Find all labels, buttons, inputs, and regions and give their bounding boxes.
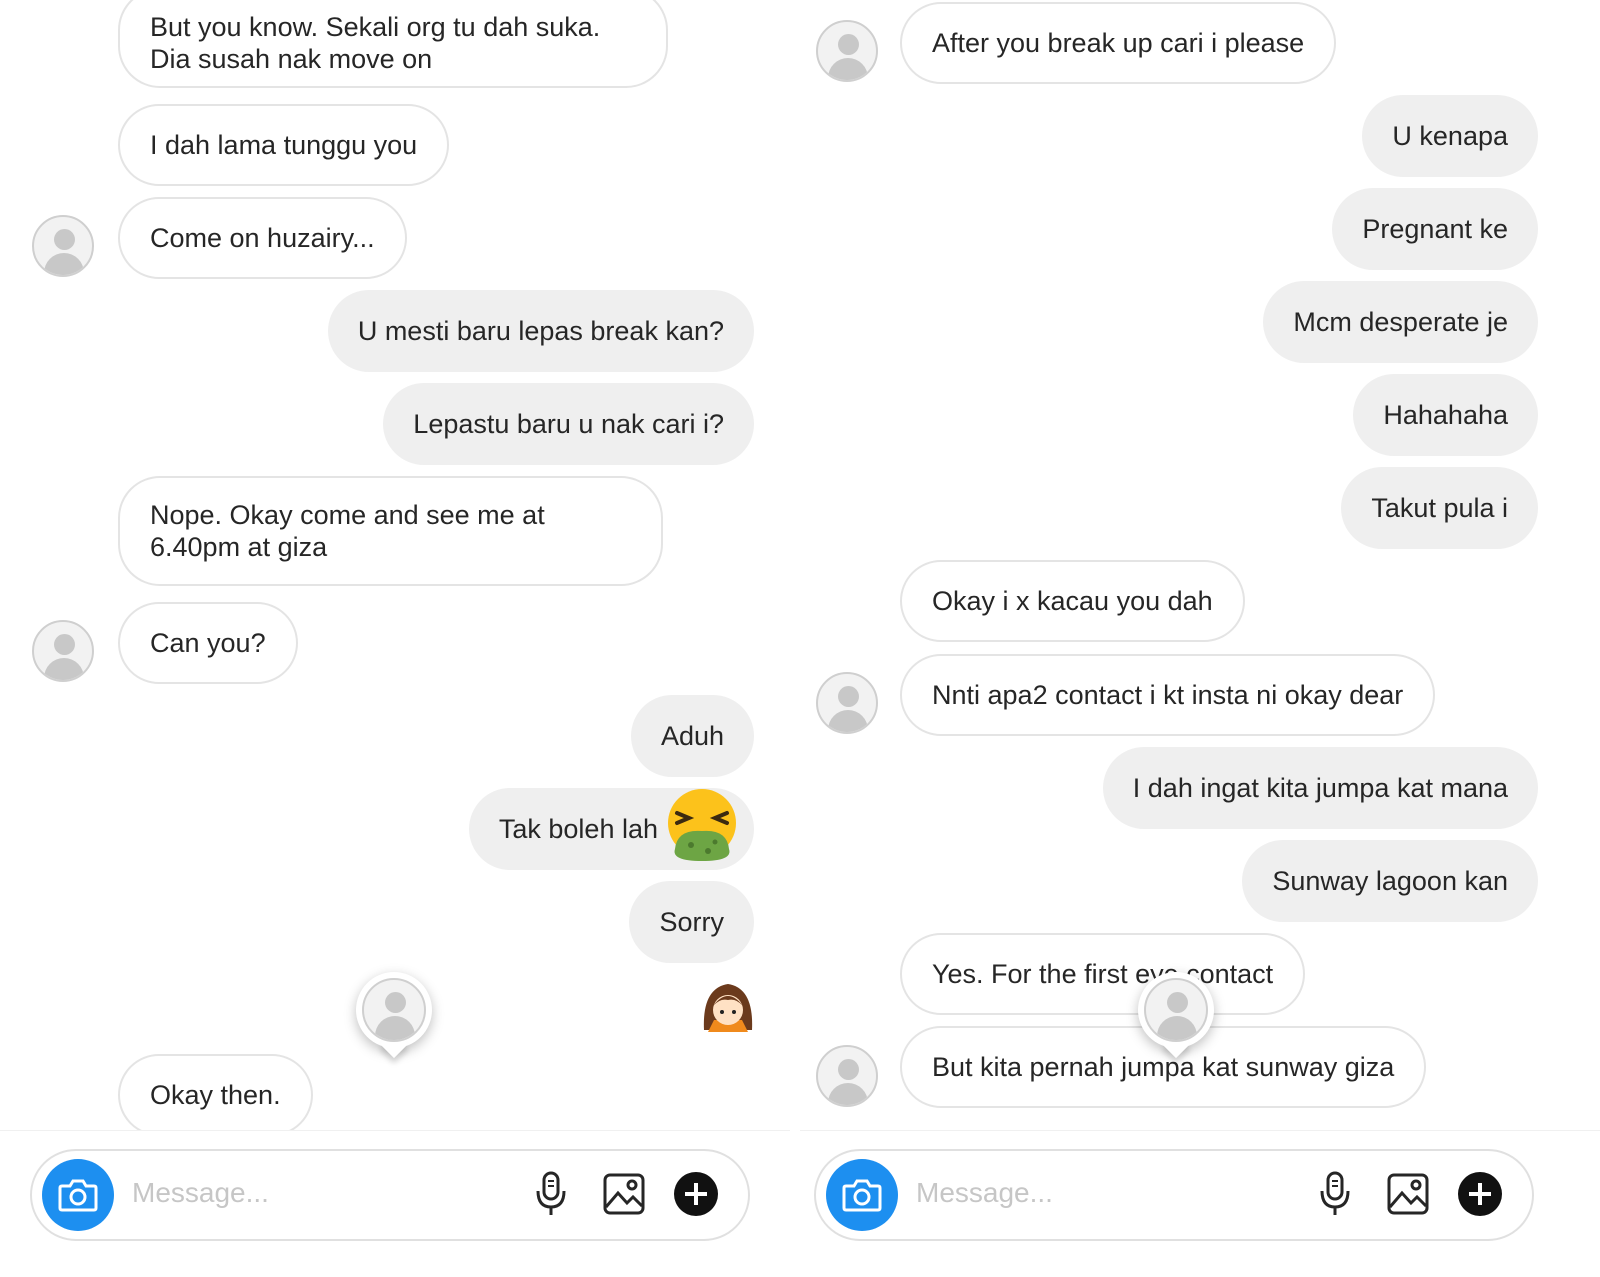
camera-button[interactable] [826, 1159, 898, 1231]
message-bubble-incoming[interactable]: I dah lama tunggu you [118, 104, 450, 186]
message-text: I dah lama tunggu you [150, 130, 418, 160]
message-bubble-incoming[interactable]: Nope. Okay come and see me at 6.40pm at … [118, 476, 663, 586]
girl-sticker [703, 984, 753, 1032]
message-bubble-outgoing[interactable]: U kenapa [1362, 95, 1538, 177]
seen-avatar-marker [1138, 972, 1214, 1059]
image-icon [1387, 1173, 1429, 1215]
message-bubble-incoming[interactable]: But you know. Sekali org tu dah suka. Di… [118, 0, 668, 88]
message-text: After you break up cari i please [932, 28, 1305, 58]
message-text: Yes. For the first eye contact [932, 959, 1274, 989]
microphone-button[interactable] [1311, 1170, 1359, 1218]
gallery-button[interactable] [1384, 1170, 1432, 1218]
nauseated-face-emoji [668, 789, 736, 861]
plus-icon [1458, 1172, 1502, 1216]
avatar[interactable] [32, 620, 94, 682]
composer-bar: Message... [800, 1130, 1600, 1277]
message-input[interactable]: Message... [916, 1177, 1053, 1209]
message-bubble-incoming[interactable]: Yes. For the first eye contact [900, 933, 1306, 1015]
message-bubble-incoming[interactable]: Can you? [118, 602, 298, 684]
camera-icon [58, 1179, 98, 1212]
message-bubble-outgoing[interactable]: I dah ingat kita jumpa kat mana [1102, 747, 1538, 829]
message-text: Okay then. [150, 1080, 281, 1110]
message-bubble-incoming[interactable]: Okay then. [118, 1054, 313, 1136]
message-text: Takut pula i [1371, 493, 1508, 523]
message-composer: Message... [30, 1149, 750, 1241]
message-bubble-outgoing[interactable]: Lepastu baru u nak cari i? [383, 383, 754, 465]
message-bubble-outgoing[interactable]: U mesti baru lepas break kan? [327, 290, 754, 372]
message-text: Hahahaha [1383, 400, 1508, 430]
message-bubble-incoming[interactable]: After you break up cari i please [900, 2, 1337, 84]
panel-divider [790, 0, 800, 1277]
message-bubble-outgoing[interactable]: Hahahaha [1353, 374, 1538, 456]
message-text: Come on huzairy... [150, 223, 375, 253]
chat-panel-right: After you break up cari i please U kenap… [800, 0, 1600, 1277]
camera-button[interactable] [42, 1159, 114, 1231]
seen-avatar-marker [356, 972, 432, 1059]
message-text: Okay i x kacau you dah [932, 586, 1213, 616]
microphone-icon [536, 1171, 566, 1215]
message-text: Nnti apa2 contact i kt insta ni okay dea… [932, 680, 1404, 710]
message-bubble-incoming[interactable]: Nnti apa2 contact i kt insta ni okay dea… [900, 654, 1436, 736]
message-text: U mesti baru lepas break kan? [357, 316, 724, 346]
message-text: Pregnant ke [1362, 214, 1508, 244]
message-text: But you know. Sekali org tu dah suka. Di… [150, 12, 601, 74]
chat-panel-left: But you know. Sekali org tu dah suka. Di… [0, 0, 790, 1277]
image-icon [603, 1173, 645, 1215]
message-text: Nope. Okay come and see me at 6.40pm at … [150, 500, 545, 562]
more-button[interactable] [672, 1170, 720, 1218]
avatar[interactable] [816, 672, 878, 734]
message-text: Lepastu baru u nak cari i? [413, 409, 724, 439]
message-text: Mcm desperate je [1293, 307, 1508, 337]
avatar[interactable] [816, 1045, 878, 1107]
message-bubble-outgoing[interactable]: Mcm desperate je [1263, 281, 1538, 363]
message-text: But kita pernah jumpa kat sunway giza [932, 1052, 1395, 1082]
message-text: Sunway lagoon kan [1272, 866, 1508, 896]
microphone-button[interactable] [527, 1170, 575, 1218]
avatar[interactable] [32, 215, 94, 277]
microphone-icon [1320, 1171, 1350, 1215]
plus-icon [674, 1172, 718, 1216]
message-bubble-outgoing[interactable]: Aduh [630, 695, 754, 777]
message-bubble-incoming[interactable]: Come on huzairy... [118, 197, 407, 279]
camera-icon [842, 1179, 882, 1212]
message-bubble-outgoing[interactable]: Sunway lagoon kan [1242, 840, 1538, 922]
message-composer: Message... [814, 1149, 1534, 1241]
more-button[interactable] [1456, 1170, 1504, 1218]
message-text: Aduh [660, 721, 724, 751]
avatar[interactable] [816, 20, 878, 82]
message-bubble-outgoing[interactable]: Pregnant ke [1332, 188, 1538, 270]
message-text: I dah ingat kita jumpa kat mana [1132, 773, 1508, 803]
message-bubble-incoming[interactable]: Okay i x kacau you dah [900, 560, 1245, 642]
gallery-button[interactable] [600, 1170, 648, 1218]
message-text: Sorry [659, 907, 724, 937]
message-input[interactable]: Message... [132, 1177, 269, 1209]
composer-bar: Message... [0, 1130, 790, 1277]
message-text: U kenapa [1392, 121, 1508, 151]
message-text: Tak boleh lah [498, 814, 658, 844]
message-bubble-outgoing[interactable]: Takut pula i [1341, 467, 1538, 549]
message-bubble-outgoing[interactable]: Sorry [629, 881, 754, 963]
message-text: Can you? [150, 628, 266, 658]
